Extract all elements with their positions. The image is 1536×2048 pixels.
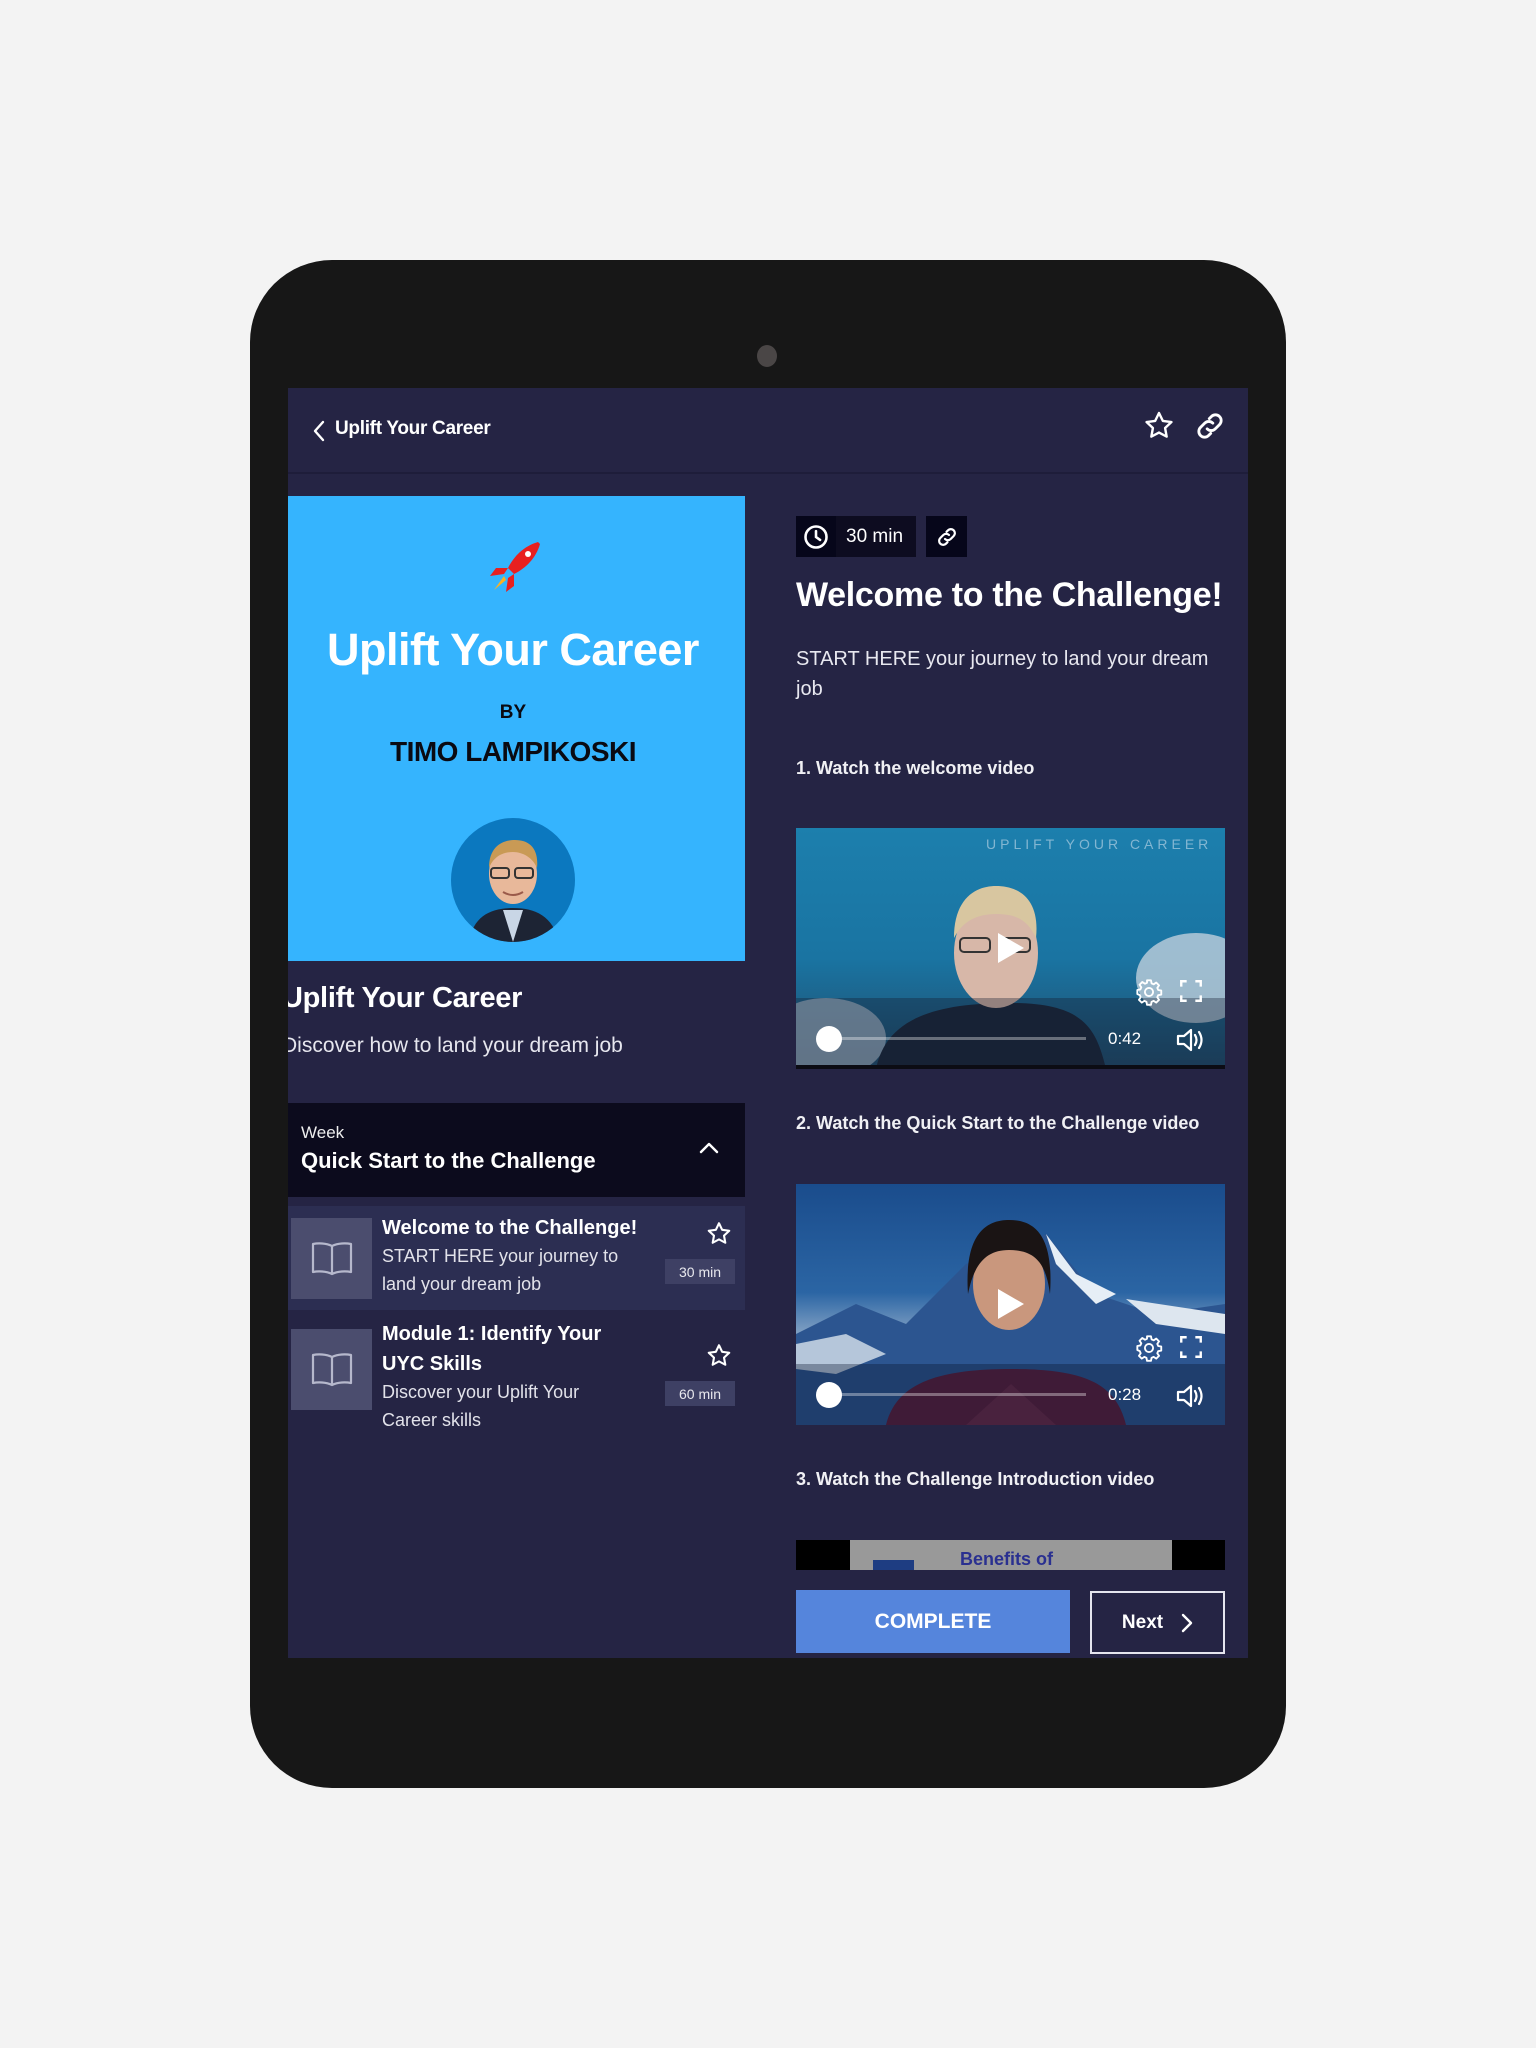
play-icon[interactable] xyxy=(996,1287,1026,1321)
step-label: 3. Watch the Challenge Introduction vide… xyxy=(796,1469,1155,1489)
step-label: 1. Watch the welcome video xyxy=(796,758,1035,778)
app-screen: Uplift Your Career Uplift Your Career BY… xyxy=(288,388,1248,1658)
author-portrait xyxy=(451,818,575,942)
lesson-title: Welcome to the Challenge! xyxy=(382,1217,638,1239)
video-player[interactable]: 0:28 xyxy=(796,1184,1225,1425)
link-icon xyxy=(1197,413,1223,439)
top-bar: Uplift Your Career xyxy=(288,388,1248,474)
cover-title: Uplift Your Career xyxy=(327,624,699,675)
next-button[interactable]: Next xyxy=(1090,1591,1225,1654)
lesson-thumbnail xyxy=(291,1329,372,1410)
lesson-duration: 30 min xyxy=(846,525,904,547)
course-title: Uplift Your Career xyxy=(288,982,523,1014)
star-outline-icon xyxy=(707,1344,731,1366)
chevron-left-icon xyxy=(313,420,325,442)
camera xyxy=(757,345,777,367)
chevron-up-icon[interactable] xyxy=(696,1135,722,1161)
week-accordion-header[interactable]: Week Quick Start to the Challenge xyxy=(288,1103,745,1197)
lesson-duration-chip: 30 min xyxy=(796,516,916,557)
copy-lesson-link-button[interactable] xyxy=(926,516,967,557)
clock-icon xyxy=(804,524,828,549)
video-time: 0:28 xyxy=(1108,1385,1142,1404)
chevron-right-icon xyxy=(1181,1613,1193,1632)
fullscreen-icon[interactable] xyxy=(1178,978,1204,1004)
week-title: Quick Start to the Challenge xyxy=(301,1148,596,1173)
video-time: 0:42 xyxy=(1108,1029,1142,1048)
star-outline-icon xyxy=(1145,411,1173,438)
volume-icon[interactable] xyxy=(1175,1026,1205,1054)
video-player[interactable]: Benefits of xyxy=(796,1540,1225,1570)
course-cover-image: Uplift Your Career BY TIMO LAMPIKOSKI xyxy=(288,496,745,961)
lesson-favorite-button[interactable] xyxy=(705,1220,733,1248)
lesson-item[interactable]: Module 1: Identify Your UYC Skills Disco… xyxy=(288,1310,745,1440)
video-progress-track[interactable] xyxy=(826,1393,1086,1396)
rocket-icon xyxy=(490,542,540,592)
lesson-intro: START HERE your journey to land your dre… xyxy=(796,648,1209,700)
star-outline-icon xyxy=(707,1222,731,1244)
lesson-description: Discover your Uplift Your Career skills xyxy=(382,1382,580,1430)
week-label: Week xyxy=(301,1123,345,1142)
video-player[interactable]: UPLIFT YOUR CAREER 0:42 xyxy=(796,828,1225,1069)
video-scrubber[interactable] xyxy=(816,1026,842,1052)
course-subtitle: Discover how to land your dream job xyxy=(288,1034,623,1057)
video-frame: Benefits of xyxy=(850,1540,1172,1570)
video-slide-text: Benefits of xyxy=(960,1549,1054,1569)
lesson-favorite-button[interactable] xyxy=(705,1342,733,1370)
lesson-heading: Welcome to the Challenge! xyxy=(796,576,1223,614)
lesson-duration-badge: 30 min xyxy=(665,1259,735,1284)
complete-button[interactable]: COMPLETE xyxy=(796,1590,1070,1653)
lesson-description: START HERE your journey to land your dre… xyxy=(382,1246,619,1294)
fullscreen-icon[interactable] xyxy=(1178,1334,1204,1360)
lesson-duration-badge: 60 min xyxy=(665,1381,735,1406)
book-icon xyxy=(311,1241,352,1275)
favorite-button[interactable] xyxy=(1142,409,1176,443)
share-link-button[interactable] xyxy=(1193,409,1227,443)
settings-gear-icon[interactable] xyxy=(1135,978,1163,1006)
lesson-item[interactable]: Welcome to the Challenge! START HERE you… xyxy=(288,1206,745,1310)
lesson-title: Module 1: Identify Your UYC Skills xyxy=(382,1323,602,1375)
cover-by: BY xyxy=(499,702,527,723)
video-progress-track[interactable] xyxy=(826,1037,1086,1040)
link-icon xyxy=(937,527,956,546)
next-button-label: Next xyxy=(1121,1611,1164,1633)
step-label: 2. Watch the Quick Start to the Challeng… xyxy=(796,1113,1200,1133)
volume-icon[interactable] xyxy=(1175,1382,1205,1410)
video-scrubber[interactable] xyxy=(816,1382,842,1408)
cover-author: TIMO LAMPIKOSKI xyxy=(389,736,637,767)
back-button[interactable] xyxy=(304,416,334,446)
back-link-title[interactable]: Uplift Your Career xyxy=(335,418,491,440)
book-icon xyxy=(311,1352,352,1386)
play-icon[interactable] xyxy=(996,931,1026,965)
settings-gear-icon[interactable] xyxy=(1135,1334,1163,1362)
lesson-thumbnail xyxy=(291,1218,372,1299)
